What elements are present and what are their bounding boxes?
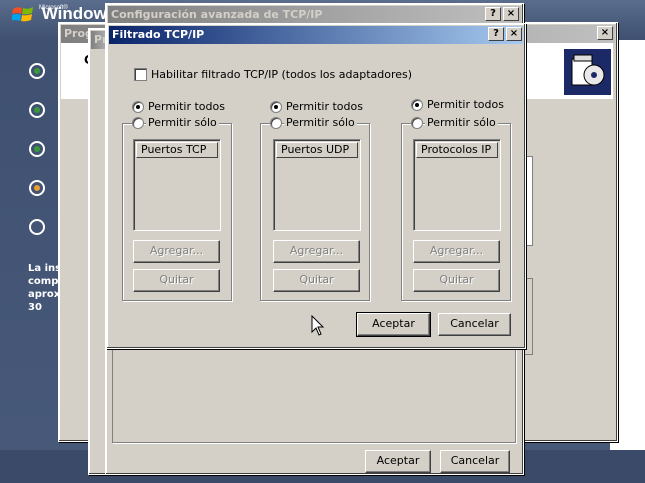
tcp-remove-button[interactable]: Quitar bbox=[133, 269, 220, 292]
cd-install-icon bbox=[564, 49, 611, 95]
step-bullet-3 bbox=[29, 141, 45, 157]
program-window-1-close-button[interactable]: × bbox=[597, 26, 613, 40]
tcp-allow-only-radio[interactable] bbox=[132, 117, 144, 129]
udp-add-button[interactable]: Agregar... bbox=[273, 240, 360, 263]
tcp-ports-header[interactable]: Puertos TCP bbox=[136, 142, 218, 158]
tcpip-filtering-title: Filtrado TCP/IP bbox=[112, 28, 205, 41]
udp-allow-all-radio[interactable] bbox=[270, 101, 282, 113]
filter-cancel-button[interactable]: Cancelar bbox=[438, 313, 511, 336]
udp-allow-all-label[interactable]: Permitir todos bbox=[286, 100, 363, 113]
ip-protocols-list[interactable]: Protocolos IP bbox=[413, 139, 501, 231]
ip-allow-all-radio[interactable] bbox=[411, 99, 423, 111]
udp-ports-header[interactable]: Puertos UDP bbox=[276, 142, 358, 158]
tcpip-filtering-close-button[interactable]: × bbox=[506, 27, 522, 41]
tcpip-filtering-dialog: Filtrado TCP/IP ? × Habilitar filtrado T… bbox=[106, 23, 526, 349]
windows-flag-icon bbox=[11, 5, 34, 25]
udp-allow-only-label[interactable]: Permitir sólo bbox=[284, 116, 357, 129]
advanced-tcpip-help-button[interactable]: ? bbox=[485, 7, 501, 21]
step-bullet-2 bbox=[29, 102, 45, 118]
tcp-allow-only-label[interactable]: Permitir sólo bbox=[146, 116, 219, 129]
step-bullet-5 bbox=[29, 219, 45, 235]
advanced-tcpip-ok-button[interactable]: Aceptar bbox=[365, 450, 431, 473]
mouse-cursor-icon bbox=[311, 314, 325, 340]
ip-add-button[interactable]: Agregar... bbox=[413, 240, 500, 263]
tcp-ports-list[interactable]: Puertos TCP bbox=[133, 139, 221, 231]
advanced-tcpip-tab-panel bbox=[112, 344, 516, 443]
tcp-add-button[interactable]: Agregar... bbox=[133, 240, 220, 263]
step-bullet-4 bbox=[29, 180, 45, 196]
tcp-allow-all-radio[interactable] bbox=[132, 101, 144, 113]
microsoft-label: Microsoft® bbox=[39, 5, 68, 11]
step-bullet-1 bbox=[29, 63, 45, 79]
udp-remove-button[interactable]: Quitar bbox=[273, 269, 360, 292]
advanced-tcpip-close-button[interactable]: × bbox=[503, 7, 519, 21]
udp-ports-list[interactable]: Puertos UDP bbox=[273, 139, 361, 231]
advanced-tcpip-cancel-button[interactable]: Cancelar bbox=[440, 450, 510, 473]
ip-remove-button[interactable]: Quitar bbox=[413, 269, 500, 292]
advanced-tcpip-title: Configuración avanzada de TCP/IP bbox=[111, 8, 323, 21]
tcpip-filtering-help-button[interactable]: ? bbox=[488, 27, 504, 41]
ip-allow-only-radio[interactable] bbox=[411, 117, 423, 129]
enable-filtering-checkbox[interactable] bbox=[134, 68, 147, 81]
tcpip-filtering-titlebar[interactable]: Filtrado TCP/IP bbox=[109, 26, 523, 44]
advanced-tcpip-titlebar[interactable]: Configuración avanzada de TCP/IP bbox=[108, 6, 521, 24]
ip-allow-all-label[interactable]: Permitir todos bbox=[427, 98, 504, 111]
enable-filtering-label[interactable]: Habilitar filtrado TCP/IP (todos los ada… bbox=[151, 68, 412, 81]
ip-protocols-header[interactable]: Protocolos IP bbox=[416, 142, 498, 158]
filter-ok-button[interactable]: Aceptar bbox=[356, 312, 431, 337]
udp-allow-only-radio[interactable] bbox=[270, 117, 282, 129]
ip-allow-only-label[interactable]: Permitir sólo bbox=[425, 116, 498, 129]
tcp-allow-all-label[interactable]: Permitir todos bbox=[148, 100, 225, 113]
